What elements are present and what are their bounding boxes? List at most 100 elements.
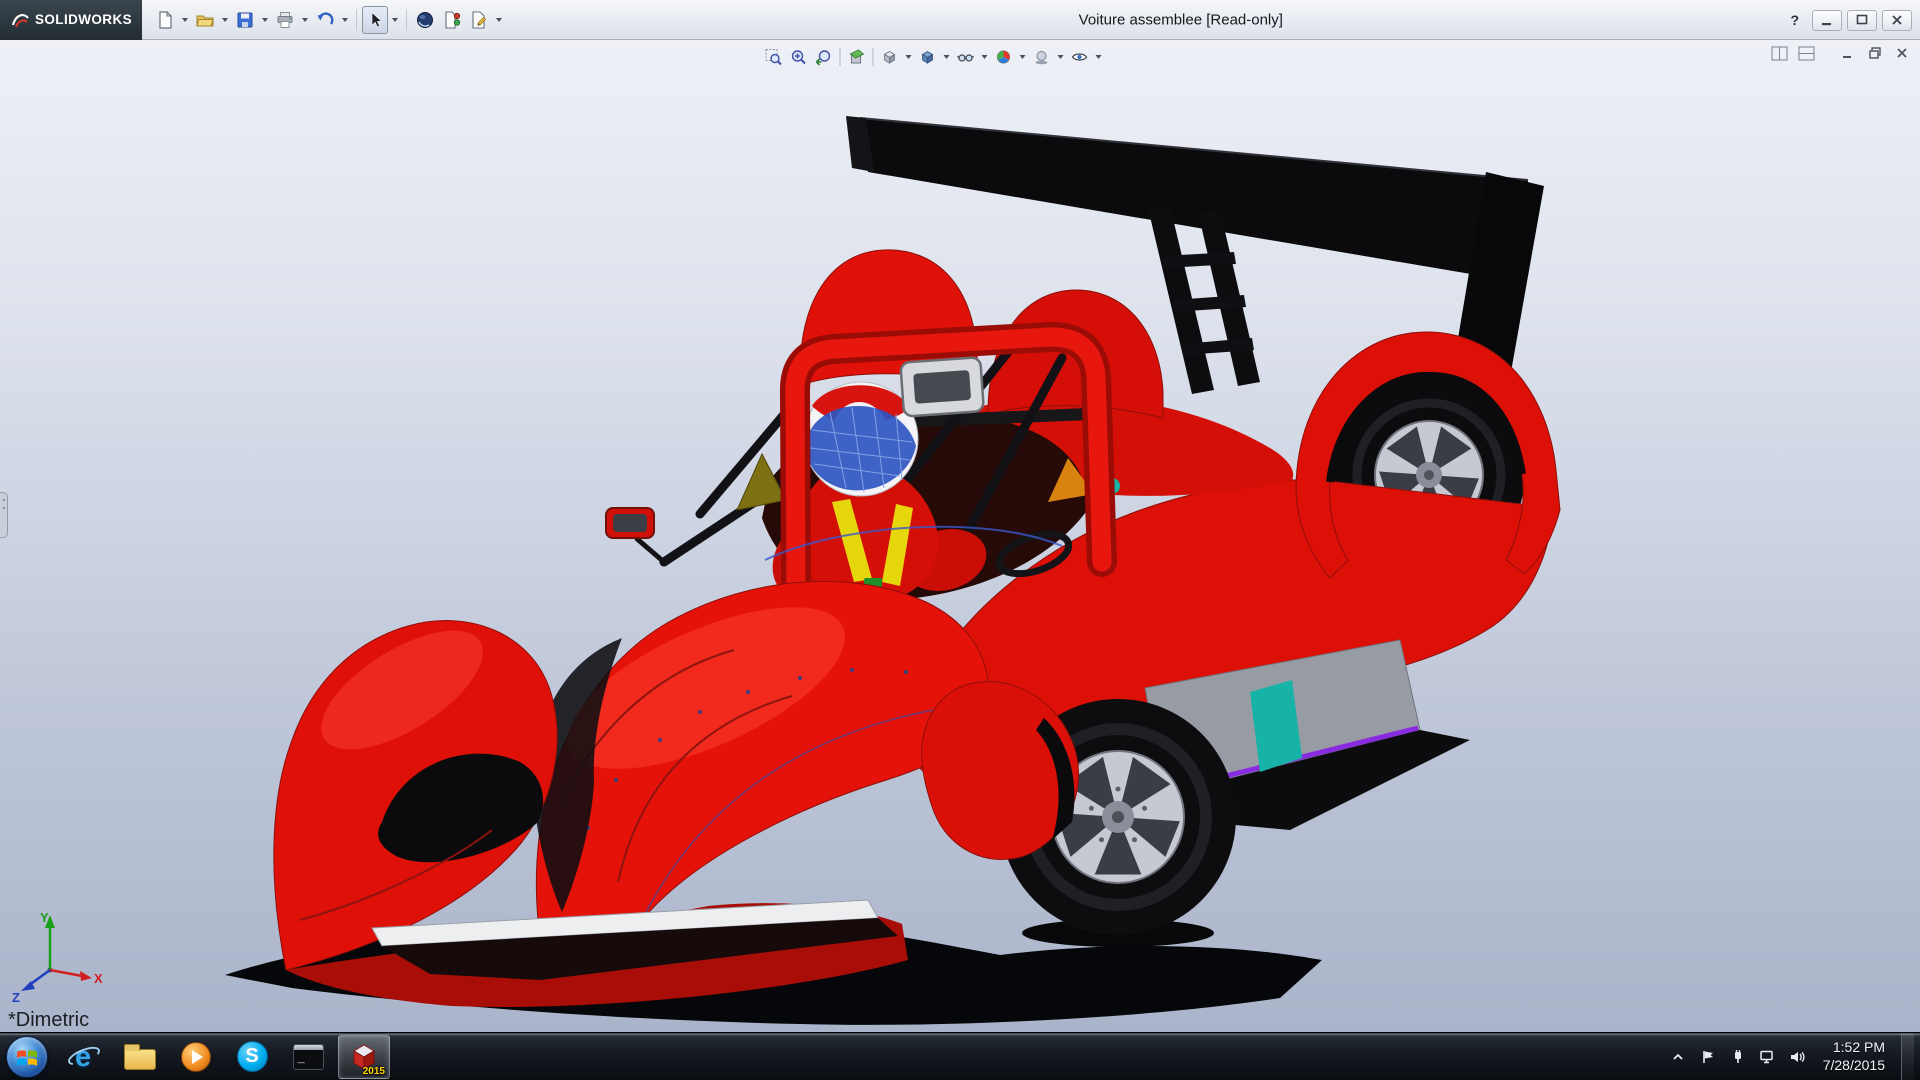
edit-appearance-button[interactable] bbox=[992, 45, 1016, 69]
chevron-up-icon bbox=[1671, 1050, 1685, 1064]
hide-show-items-dropdown[interactable] bbox=[979, 43, 991, 71]
play-triangle bbox=[192, 1050, 203, 1064]
minimize-button[interactable] bbox=[1812, 10, 1842, 31]
action-center-button[interactable] bbox=[1699, 1048, 1717, 1066]
save-button[interactable] bbox=[232, 6, 258, 34]
open-document-button[interactable] bbox=[192, 6, 218, 34]
open-document-dropdown[interactable] bbox=[219, 6, 231, 34]
chevron-down-icon bbox=[496, 18, 502, 22]
split-pane-horizontal-button[interactable] bbox=[1796, 44, 1816, 62]
view-settings-dropdown[interactable] bbox=[1093, 43, 1105, 71]
chevron-down-icon bbox=[982, 55, 988, 59]
display-style-button[interactable] bbox=[916, 45, 940, 69]
taskbar-app-solidworks[interactable]: 2015 bbox=[338, 1035, 390, 1079]
chevron-down-icon bbox=[906, 55, 912, 59]
new-document-icon bbox=[155, 10, 175, 30]
show-hidden-icons-button[interactable] bbox=[1669, 1048, 1687, 1066]
main-toolbar bbox=[152, 6, 505, 34]
save-floppy-icon bbox=[235, 10, 255, 30]
taskbar-app-media-player[interactable] bbox=[170, 1035, 222, 1079]
apply-scene-icon bbox=[1033, 48, 1051, 66]
viewport-3d[interactable]: Y X Z *Dimetric bbox=[0, 40, 1920, 1032]
command-prompt-icon: _ bbox=[293, 1044, 324, 1070]
zoom-to-area-button[interactable] bbox=[787, 45, 811, 69]
orientation-triad: Y X Z bbox=[10, 908, 106, 1004]
view-orientation-cube-icon bbox=[881, 48, 899, 66]
new-document-dropdown[interactable] bbox=[179, 6, 191, 34]
display-style-dropdown[interactable] bbox=[941, 43, 953, 71]
hide-show-glasses-icon bbox=[957, 48, 975, 66]
view-orientation-dropdown[interactable] bbox=[903, 43, 915, 71]
taskbar-app-skype[interactable]: S bbox=[226, 1035, 278, 1079]
undo-button[interactable] bbox=[312, 6, 338, 34]
apply-scene-dropdown[interactable] bbox=[1055, 43, 1067, 71]
rebuild-button[interactable] bbox=[439, 6, 465, 34]
options-button[interactable] bbox=[466, 6, 492, 34]
edit-appearance-ball-icon bbox=[995, 48, 1013, 66]
hide-show-items-button[interactable] bbox=[954, 45, 978, 69]
close-icon bbox=[1895, 46, 1909, 60]
split-pane-vertical-button[interactable] bbox=[1769, 44, 1789, 62]
apply-scene-button[interactable] bbox=[1030, 45, 1054, 69]
section-view-icon bbox=[848, 48, 866, 66]
undo-arrow-icon bbox=[315, 10, 335, 30]
chevron-down-icon bbox=[222, 18, 228, 22]
rotate-view-button[interactable] bbox=[412, 6, 438, 34]
taskbar-app-command-prompt[interactable]: _ bbox=[282, 1035, 334, 1079]
section-view-button[interactable] bbox=[845, 45, 869, 69]
taskbar-app-file-explorer[interactable] bbox=[114, 1035, 166, 1079]
display-style-icon bbox=[919, 48, 937, 66]
side-mirror[interactable] bbox=[606, 508, 664, 562]
options-dropdown[interactable] bbox=[493, 6, 505, 34]
help-button[interactable]: ? bbox=[1790, 12, 1799, 28]
document-close-button[interactable] bbox=[1892, 44, 1912, 62]
print-dropdown[interactable] bbox=[299, 6, 311, 34]
taskbar: e S _ 2015 bbox=[0, 1032, 1920, 1080]
toolbar-separator bbox=[840, 48, 841, 66]
solidworks-logo: SOLIDWORKS bbox=[0, 0, 142, 40]
previous-view-button[interactable] bbox=[812, 45, 836, 69]
document-restore-button[interactable] bbox=[1865, 44, 1885, 62]
power-plug-button[interactable] bbox=[1729, 1048, 1747, 1066]
print-button[interactable] bbox=[272, 6, 298, 34]
start-button[interactable] bbox=[6, 1036, 48, 1078]
undo-dropdown[interactable] bbox=[339, 6, 351, 34]
power-plug-icon bbox=[1730, 1049, 1746, 1065]
system-tray: 1:52 PM 7/28/2015 bbox=[1669, 1033, 1920, 1080]
skype-letter: S bbox=[245, 1045, 258, 1068]
network-status-button[interactable] bbox=[1759, 1048, 1777, 1066]
solidworks-version-badge: 2015 bbox=[363, 1066, 385, 1077]
close-button[interactable] bbox=[1882, 10, 1912, 31]
taskbar-clock[interactable]: 1:52 PM 7/28/2015 bbox=[1823, 1039, 1885, 1074]
window-title: Voiture assemblee [Read-only] bbox=[1079, 11, 1283, 28]
taskbar-app-internet-explorer[interactable]: e bbox=[58, 1035, 110, 1079]
feature-manager-splitter[interactable] bbox=[0, 492, 8, 538]
select-dropdown[interactable] bbox=[389, 6, 401, 34]
split-pane-horizontal-icon bbox=[1798, 46, 1815, 61]
zoom-to-fit-button[interactable] bbox=[762, 45, 786, 69]
race-car-model[interactable] bbox=[0, 40, 1920, 1032]
window-controls: ? bbox=[1790, 0, 1912, 40]
clock-date: 7/28/2015 bbox=[1823, 1057, 1885, 1075]
chevron-down-icon bbox=[1058, 55, 1064, 59]
view-settings-button[interactable] bbox=[1068, 45, 1092, 69]
toolbar-separator bbox=[873, 48, 874, 66]
chevron-down-icon bbox=[392, 18, 398, 22]
windscreen-pod[interactable] bbox=[900, 357, 984, 416]
maximize-button[interactable] bbox=[1847, 10, 1877, 31]
new-document-button[interactable] bbox=[152, 6, 178, 34]
document-minimize-button[interactable] bbox=[1838, 44, 1858, 62]
chevron-down-icon bbox=[302, 18, 308, 22]
close-icon bbox=[1889, 12, 1905, 28]
select-button[interactable] bbox=[362, 6, 388, 34]
brand-text: SOLIDWORKS bbox=[35, 12, 132, 27]
solidworks-logo-icon bbox=[10, 10, 30, 30]
view-orientation-button[interactable] bbox=[878, 45, 902, 69]
flag-icon bbox=[1700, 1049, 1716, 1065]
folder-icon bbox=[124, 1049, 156, 1070]
edit-appearance-dropdown[interactable] bbox=[1017, 43, 1029, 71]
volume-button[interactable] bbox=[1789, 1048, 1807, 1066]
chevron-down-icon bbox=[262, 18, 268, 22]
save-dropdown[interactable] bbox=[259, 6, 271, 34]
show-desktop-button[interactable] bbox=[1901, 1033, 1914, 1080]
